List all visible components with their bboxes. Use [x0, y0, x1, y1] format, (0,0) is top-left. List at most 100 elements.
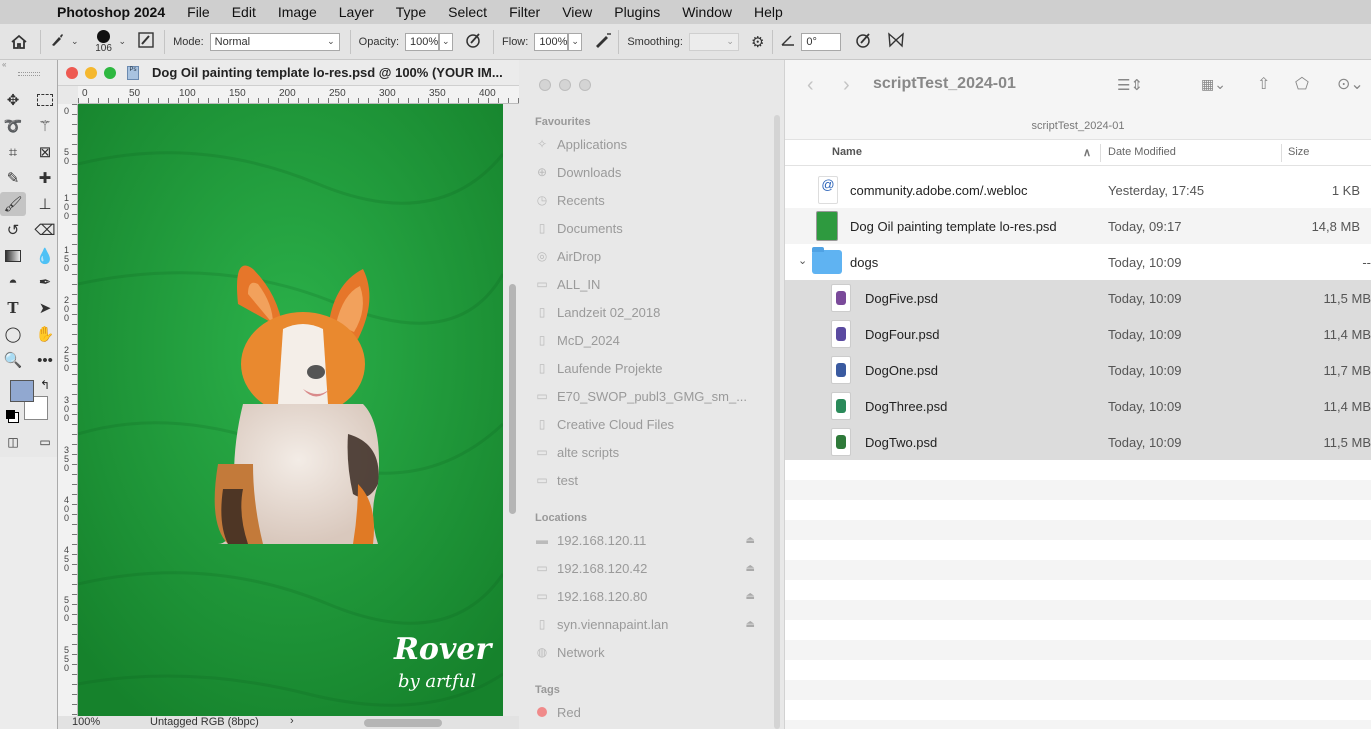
- column-name[interactable]: Name: [832, 146, 862, 158]
- eject-icon[interactable]: ⏏: [746, 591, 755, 602]
- eject-icon[interactable]: ⏏: [746, 563, 755, 574]
- mode-select[interactable]: Normal ⌄: [209, 32, 340, 51]
- forward-icon[interactable]: ›: [843, 74, 850, 97]
- zoom-window-icon[interactable]: [579, 79, 591, 91]
- file-row[interactable]: DogFive.psd Today, 10:09 11,5 MB: [785, 280, 1371, 316]
- chevron-right-icon[interactable]: ›: [290, 715, 294, 727]
- folder-row[interactable]: ⌄ dogs Today, 10:09 --: [785, 244, 1371, 280]
- flow-dropdown[interactable]: ⌄: [568, 32, 583, 51]
- magic-wand-icon[interactable]: ⚚: [32, 114, 58, 138]
- back-icon[interactable]: ‹: [807, 74, 814, 97]
- opacity-dropdown[interactable]: ⌄: [439, 32, 454, 51]
- sidebar-item-documents[interactable]: ▯ Documents: [535, 217, 765, 239]
- horizontal-ruler[interactable]: 0 50 100 150 200 250 300 350 400: [78, 86, 520, 104]
- history-brush-icon[interactable]: ↺: [0, 218, 26, 242]
- gradient-tool-icon[interactable]: [0, 244, 26, 268]
- sidebar-scrollbar[interactable]: [774, 115, 780, 729]
- document-canvas[interactable]: Rover by artful: [78, 104, 503, 716]
- menu-select[interactable]: Select: [437, 4, 498, 20]
- smoothing-field[interactable]: ⌄: [688, 32, 739, 51]
- document-title-bar[interactable]: Ps Dog Oil painting template lo-res.psd …: [58, 60, 520, 86]
- menu-image[interactable]: Image: [267, 4, 328, 20]
- sidebar-item-e70[interactable]: ▭ E70_SWOP_publ3_GMG_sm_...: [535, 385, 765, 407]
- share-icon[interactable]: ⇧: [1257, 74, 1270, 94]
- sidebar-item-laufende-projekte[interactable]: ▯ Laufende Projekte: [535, 357, 765, 379]
- sidebar-item-alte-scripts[interactable]: ▭ alte scripts: [535, 441, 765, 463]
- path-selection-icon[interactable]: ➤: [32, 296, 58, 320]
- file-row[interactable]: Dog Oil painting template lo-res.psd Tod…: [785, 208, 1371, 244]
- more-options-icon[interactable]: ⊙⌄: [1337, 74, 1364, 94]
- sidebar-item-all-in[interactable]: ▭ ALL_IN: [535, 273, 765, 295]
- sidebar-item-landzeit[interactable]: ▯ Landzeit 02_2018: [535, 301, 765, 323]
- column-date-modified[interactable]: Date Modified: [1108, 146, 1176, 158]
- file-row[interactable]: DogFour.psd Today, 10:09 11,4 MB: [785, 316, 1371, 352]
- menu-app-name[interactable]: Photoshop 2024: [46, 4, 176, 20]
- close-icon[interactable]: [66, 66, 78, 79]
- sidebar-item-location[interactable]: ▭ 192.168.120.80 ⏏: [535, 585, 765, 607]
- horizontal-scroll-thumb[interactable]: [364, 719, 442, 727]
- symmetry-butterfly-icon[interactable]: [887, 32, 905, 51]
- menu-file[interactable]: File: [176, 4, 221, 20]
- menu-window[interactable]: Window: [671, 4, 743, 20]
- crop-tool-icon[interactable]: ⌗: [0, 140, 26, 164]
- frame-tool-icon[interactable]: ⊠: [32, 140, 58, 164]
- column-size[interactable]: Size: [1288, 146, 1309, 158]
- marquee-tool-icon[interactable]: [32, 88, 58, 112]
- color-mode-info[interactable]: Untagged RGB (8bpc): [150, 716, 259, 728]
- pressure-size-icon[interactable]: [855, 31, 873, 52]
- sidebar-item-network[interactable]: ◍ Network: [535, 641, 765, 663]
- more-tools-icon[interactable]: •••: [32, 348, 58, 372]
- zoom-tool-icon[interactable]: 🔍: [0, 348, 26, 372]
- disclosure-expanded-icon[interactable]: ⌄: [798, 254, 807, 267]
- pen-tool-icon[interactable]: ✒: [32, 270, 58, 294]
- brush-tool-icon[interactable]: 🖌: [0, 192, 26, 216]
- sidebar-item-location[interactable]: ▬ 192.168.120.11 ⏏: [535, 529, 765, 551]
- airbrush-icon[interactable]: [594, 32, 612, 51]
- list-view-icon[interactable]: ☰⇕: [1117, 76, 1143, 94]
- brush-tool-icon[interactable]: [49, 32, 69, 51]
- eyedropper-icon[interactable]: ✎: [0, 166, 26, 190]
- zoom-window-icon[interactable]: [104, 66, 116, 79]
- chevron-down-icon[interactable]: ⌄: [119, 36, 127, 47]
- opacity-field[interactable]: 100%: [405, 32, 440, 51]
- screen-mode-icon[interactable]: ▭: [32, 430, 58, 454]
- default-colors-icon[interactable]: [6, 410, 15, 419]
- menu-edit[interactable]: Edit: [221, 4, 267, 20]
- sort-ascending-icon[interactable]: ∧: [1083, 146, 1091, 159]
- sidebar-item-location[interactable]: ▯ syn.viennapaint.lan ⏏: [535, 613, 765, 635]
- menu-layer[interactable]: Layer: [328, 4, 385, 20]
- minimize-icon[interactable]: [85, 66, 97, 79]
- gear-icon[interactable]: ⚙: [751, 33, 764, 51]
- sidebar-item-recents[interactable]: ◷ Recents: [535, 189, 765, 211]
- empty-list-area[interactable]: [785, 460, 1371, 729]
- menu-type[interactable]: Type: [385, 4, 437, 20]
- angle-field[interactable]: 0°: [801, 32, 842, 51]
- flow-field[interactable]: 100%: [534, 32, 569, 51]
- sidebar-item-applications[interactable]: ✧ Applications: [535, 133, 765, 155]
- clone-stamp-icon[interactable]: ⊥: [32, 192, 58, 216]
- menu-filter[interactable]: Filter: [498, 4, 551, 20]
- swap-colors-icon[interactable]: ↰: [40, 378, 50, 392]
- home-icon[interactable]: [10, 34, 32, 50]
- type-tool-icon[interactable]: T: [0, 296, 26, 320]
- menu-help[interactable]: Help: [743, 4, 794, 20]
- sidebar-item-airdrop[interactable]: ◎ AirDrop: [535, 245, 765, 267]
- minimize-icon[interactable]: [559, 79, 571, 91]
- blur-tool-icon[interactable]: 💧: [32, 244, 58, 268]
- file-row[interactable]: DogThree.psd Today, 10:09 11,4 MB: [785, 388, 1371, 424]
- quick-mask-icon[interactable]: ◫: [0, 430, 26, 454]
- vertical-ruler[interactable]: 0 50 100 150 200 250 300 350 400 450 500…: [58, 104, 78, 716]
- file-row[interactable]: @ community.adobe.com/.webloc Yesterday,…: [785, 172, 1371, 208]
- file-row[interactable]: DogTwo.psd Today, 10:09 11,5 MB: [785, 424, 1371, 460]
- brush-settings-icon[interactable]: [138, 32, 154, 51]
- sidebar-item-test[interactable]: ▭ test: [535, 469, 765, 491]
- document-vertical-scrollbar[interactable]: [505, 104, 520, 716]
- scroll-thumb[interactable]: [509, 284, 516, 514]
- sidebar-item-location[interactable]: ▭ 192.168.120.42 ⏏: [535, 557, 765, 579]
- eraser-icon[interactable]: ⌫: [32, 218, 58, 242]
- file-row[interactable]: DogOne.psd Today, 10:09 11,7 MB: [785, 352, 1371, 388]
- menu-view[interactable]: View: [551, 4, 603, 20]
- dodge-tool-icon[interactable]: ◓: [0, 270, 26, 294]
- zoom-level[interactable]: 100%: [72, 716, 100, 728]
- healing-brush-icon[interactable]: ✚: [32, 166, 58, 190]
